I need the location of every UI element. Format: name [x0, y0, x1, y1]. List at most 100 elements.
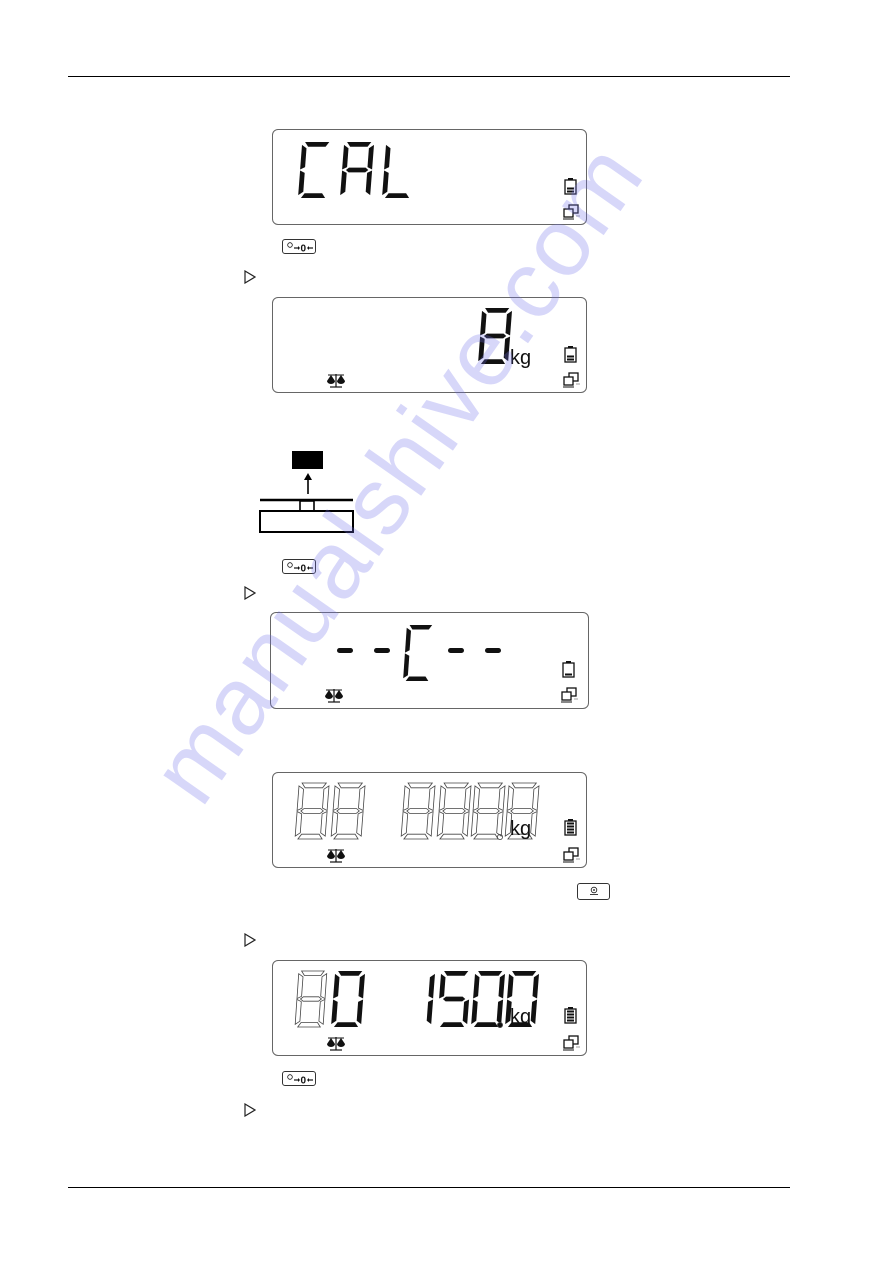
- lcd-segment: [505, 310, 512, 336]
- footer-rule: [68, 1187, 790, 1188]
- lcd-segment: [478, 971, 503, 976]
- triangle-right-icon: [244, 270, 256, 284]
- lcd-segment: [510, 808, 534, 814]
- lcd-segment: [358, 785, 366, 812]
- svg-text:0: 0: [301, 1076, 307, 1087]
- battery-icon: [564, 346, 577, 363]
- lcd-segment: [477, 782, 504, 789]
- lcd-segment: [333, 1022, 359, 1027]
- triangle-right-icon: [244, 1103, 256, 1117]
- lcd-segment: [336, 808, 360, 814]
- lcd-segment: [358, 973, 365, 999]
- lcd-segment: [330, 810, 339, 837]
- balance-scale-icon: [327, 849, 345, 863]
- lcd-segment: [473, 833, 499, 840]
- lcd-segment: [409, 625, 433, 630]
- lcd-segment: [365, 170, 373, 196]
- remove-weight-figure: [259, 451, 354, 533]
- lcd-segment: [345, 167, 369, 173]
- lcd-segment: [318, 998, 326, 1026]
- battery-icon: [564, 178, 577, 195]
- lcd-segment: [428, 973, 435, 999]
- lcd-segment: [367, 144, 374, 170]
- lcd-segment: [338, 971, 363, 976]
- pc-connection-icon: [563, 372, 580, 388]
- lcd-segment: [506, 785, 514, 812]
- lcd-segment: [438, 785, 446, 812]
- lcd-segment: [476, 808, 500, 814]
- lcd-segment: [342, 144, 349, 170]
- lcd-segment: [473, 973, 480, 999]
- lcd-segment: [496, 999, 504, 1025]
- print-key-icon: [590, 886, 598, 895]
- lcd-display-weight-confirmed: kg: [272, 960, 587, 1056]
- lcd-segment: [322, 785, 330, 812]
- lcd-segment: [442, 996, 466, 1002]
- lcd-segment: [400, 810, 409, 837]
- triangle-right-icon: [244, 586, 256, 600]
- lcd-segment: [356, 999, 364, 1025]
- lcd-segment: [333, 973, 340, 999]
- lcd-segment: [439, 833, 465, 840]
- lcd-segment: [426, 810, 434, 837]
- lcd-segment: [382, 170, 389, 196]
- lcd-segment: [320, 972, 328, 1000]
- lcd-segment: [511, 782, 538, 789]
- balance-scale-icon: [325, 689, 343, 703]
- lcd-segment: [332, 785, 340, 812]
- zero-key-button[interactable]: 0: [282, 1071, 316, 1087]
- lcd-segment: [436, 810, 445, 837]
- lcd-segment: [470, 810, 479, 837]
- balance-scale-icon: [327, 1037, 345, 1051]
- battery-icon: [564, 819, 577, 836]
- lcd-segment: [530, 999, 538, 1025]
- lcd-segment: [485, 648, 501, 653]
- svg-text:0: 0: [301, 244, 307, 255]
- print-key-button[interactable]: [577, 883, 610, 900]
- lcd-segment: [301, 782, 328, 789]
- lcd-segment: [384, 144, 391, 170]
- pc-connection-icon: [563, 847, 580, 863]
- battery-icon: [564, 1007, 577, 1024]
- lcd-segment: [532, 973, 539, 999]
- zero-key-button[interactable]: 0: [282, 239, 316, 255]
- lcd-segment: [347, 142, 372, 147]
- lcd-segment: [331, 999, 338, 1025]
- lcd-segment: [530, 810, 538, 837]
- lcd-segment: [485, 308, 510, 313]
- lcd-segment: [444, 971, 469, 976]
- lcd-segment: [472, 785, 480, 812]
- lcd-segment: [337, 782, 364, 789]
- lcd-segment: [296, 972, 304, 1000]
- unit-label: kg: [510, 1006, 531, 1028]
- lcd-segment: [300, 808, 324, 814]
- lcd-display-cal: [272, 129, 587, 225]
- lcd-segment: [374, 648, 390, 653]
- lcd-display-calibrating: [270, 612, 589, 709]
- lcd-segment: [471, 999, 478, 1025]
- lcd-segment: [297, 833, 323, 840]
- lcd-segment: [320, 810, 328, 837]
- lcd-segment: [333, 833, 359, 840]
- unit-label: kg: [510, 818, 531, 840]
- header-rule: [68, 76, 790, 77]
- lcd-segment: [337, 648, 353, 653]
- lcd-segment: [532, 785, 540, 812]
- scale-base: [259, 510, 354, 533]
- lcd-segment: [299, 996, 323, 1002]
- lcd-segment: [462, 810, 470, 837]
- lcd-segment: [403, 833, 429, 840]
- weight-block: [292, 451, 323, 469]
- lcd-segment: [498, 785, 506, 812]
- lcd-segment: [448, 648, 464, 653]
- pc-connection-icon: [563, 1035, 580, 1051]
- lcd-segment: [443, 782, 470, 789]
- lcd-segment: [478, 336, 485, 362]
- lcd-segment: [442, 808, 466, 814]
- zero-key-button[interactable]: 0: [282, 559, 316, 575]
- lcd-segment: [405, 627, 411, 653]
- lcd-display-weight-entry: kg: [272, 772, 587, 868]
- lcd-segment: [406, 808, 430, 814]
- lcd-segment: [340, 170, 347, 196]
- lcd-segment: [305, 142, 330, 147]
